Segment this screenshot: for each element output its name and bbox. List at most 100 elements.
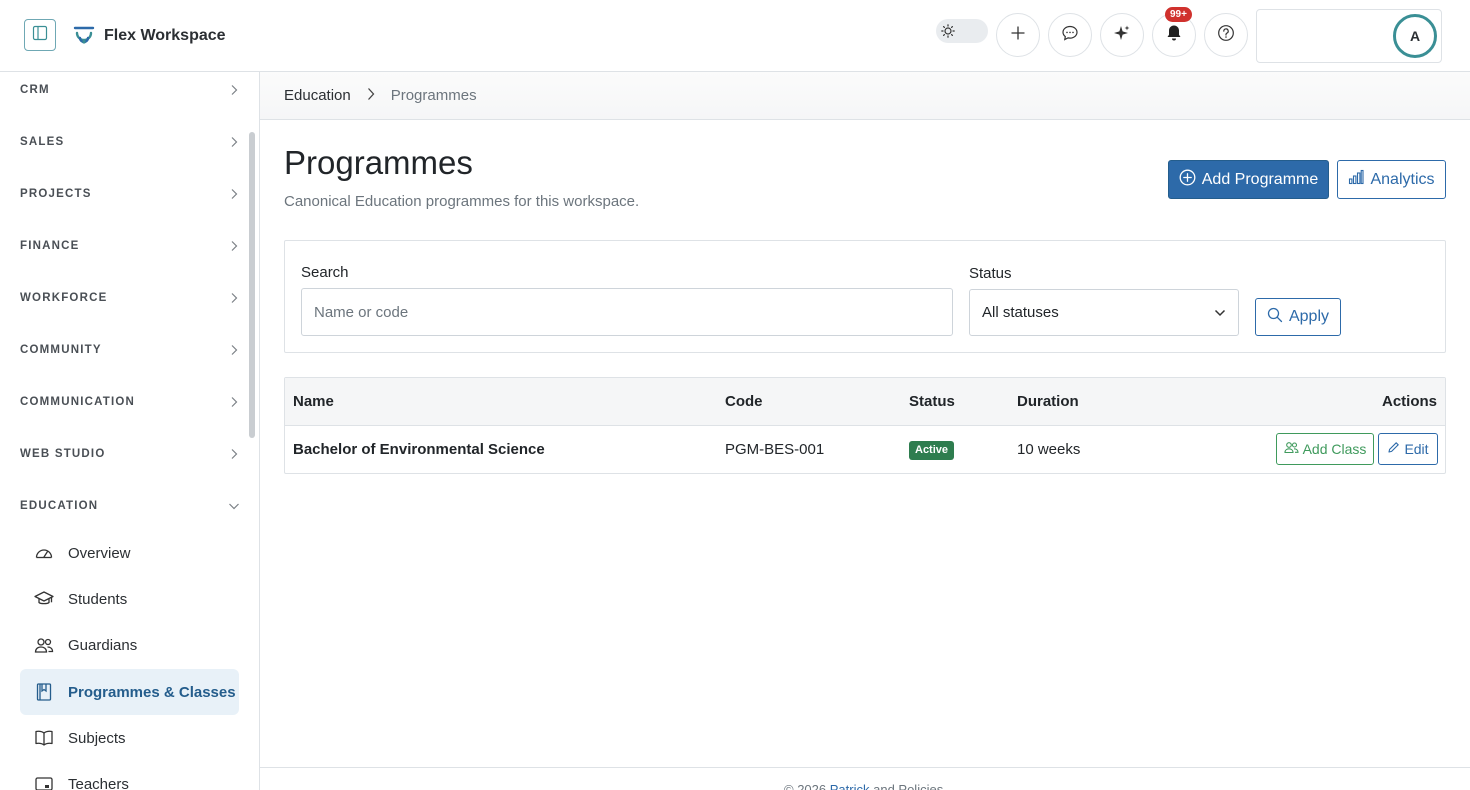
sidebar-section-label: FINANCE [20, 240, 80, 252]
sidebar-toggle-icon [32, 25, 48, 45]
column-header-name[interactable]: Name [293, 393, 334, 410]
footer-suffix: and Policies [873, 782, 944, 790]
search-label: Search [301, 264, 349, 281]
sidebar-section-label: SALES [20, 136, 65, 148]
add-programme-label: Add Programme [1201, 170, 1319, 188]
add-programme-button[interactable]: Add Programme [1168, 160, 1329, 199]
status-label: Status [969, 265, 1012, 282]
gauge-icon [34, 543, 54, 563]
graduation-cap-icon [34, 589, 54, 609]
chevron-down-icon [1214, 304, 1226, 321]
help-button[interactable] [1204, 13, 1248, 57]
sidebar-toggle-button[interactable] [24, 19, 56, 51]
sidebar-section-education[interactable]: EDUCATION [20, 496, 240, 516]
sidebar-section-label: EDUCATION [20, 500, 99, 512]
programme-code: PGM-BES-001 [725, 441, 825, 458]
analytics-button[interactable]: Analytics [1337, 160, 1446, 199]
analytics-label: Analytics [1370, 170, 1435, 188]
sidebar-item-subjects[interactable]: Subjects [20, 715, 239, 761]
sidebar-section-finance[interactable]: FINANCE [20, 236, 240, 256]
sparkle-icon [1113, 24, 1131, 46]
edit-button[interactable]: Edit [1378, 433, 1438, 465]
plus-icon [1011, 26, 1025, 44]
sidebar-section-label: CRM [20, 84, 50, 96]
sidebar-item-students[interactable]: Students [20, 576, 239, 622]
footer-text: © 2026 Patrick and Policies [784, 782, 943, 790]
chevron-right-icon [228, 240, 240, 252]
sun-icon [940, 23, 956, 39]
sidebar-section-label: PROJECTS [20, 188, 92, 200]
sidebar-section-projects[interactable]: PROJECTS [20, 184, 240, 204]
table-header: Name Code Status Duration Actions [285, 378, 1445, 426]
sidebar-section-sales[interactable]: SALES [20, 132, 240, 152]
add-class-button[interactable]: Add Class [1276, 433, 1374, 465]
open-book-icon [34, 728, 54, 748]
messages-button[interactable] [1048, 13, 1092, 57]
sidebar-section-label: WORKFORCE [20, 292, 108, 304]
sidebar-item-label: Teachers [68, 775, 129, 790]
brand[interactable]: Flex Workspace [72, 22, 226, 50]
sidebar-item-programmes-classes[interactable]: Programmes & Classes [20, 669, 239, 715]
apply-button[interactable]: Apply [1255, 298, 1341, 336]
pencil-icon [1387, 441, 1400, 457]
theme-toggle[interactable] [936, 19, 988, 43]
breadcrumb-current: Programmes [390, 87, 477, 104]
sidebar-section-community[interactable]: COMMUNITY [20, 340, 240, 360]
chevron-right-icon [228, 292, 240, 304]
page-title: Programmes [284, 144, 473, 181]
avatar[interactable]: A [1393, 14, 1437, 58]
create-button[interactable] [996, 13, 1040, 57]
sidebar-item-label: Programmes & Classes [68, 683, 236, 701]
sidebar-item-guardians[interactable]: Guardians [20, 622, 239, 668]
column-header-duration[interactable]: Duration [1017, 393, 1079, 410]
notification-badge: 99+ [1165, 7, 1192, 22]
add-class-label: Add Class [1302, 441, 1367, 457]
sidebar: CRM SALES PROJECTS FINANCE WORKFORCE COM… [0, 72, 260, 790]
sidebar-section-crm[interactable]: CRM [20, 80, 240, 100]
sidebar-scrollbar[interactable] [249, 132, 255, 438]
chevron-right-icon [228, 448, 240, 460]
sidebar-item-overview[interactable]: Overview [20, 530, 239, 576]
sidebar-section-communication[interactable]: COMMUNICATION [20, 392, 240, 412]
sidebar-item-label: Subjects [68, 729, 126, 747]
sidebar-section-workforce[interactable]: WORKFORCE [20, 288, 240, 308]
chat-icon [1061, 24, 1079, 46]
chevron-right-icon [228, 136, 240, 148]
column-header-status[interactable]: Status [909, 393, 955, 410]
status-select[interactable]: All statuses [969, 289, 1239, 336]
ai-assistant-button[interactable] [1100, 13, 1144, 57]
chevron-right-icon [228, 344, 240, 356]
chevron-right-icon [367, 87, 375, 105]
sidebar-item-label: Guardians [68, 636, 138, 654]
app-name: Flex Workspace [104, 27, 226, 44]
bookmark-book-icon [34, 682, 54, 702]
chevron-right-icon [228, 188, 240, 200]
top-header: Flex Workspace 99+ A [0, 0, 1470, 72]
programme-duration: 10 weeks [1017, 441, 1081, 458]
chevron-down-icon [228, 500, 240, 512]
sidebar-section-label: COMMUNITY [20, 344, 102, 356]
search-input[interactable]: Name or code [301, 288, 953, 336]
copyright-text: © 2026 [784, 782, 827, 790]
apply-label: Apply [1288, 308, 1330, 325]
help-icon [1217, 24, 1235, 46]
sidebar-item-teachers[interactable]: Teachers [20, 761, 239, 790]
footer-link[interactable]: Patrick [830, 782, 870, 790]
sidebar-section-label: COMMUNICATION [20, 396, 136, 408]
status-badge: Active [909, 441, 955, 460]
sidebar-section-web-studio[interactable]: WEB STUDIO [20, 444, 240, 464]
column-header-code[interactable]: Code [725, 393, 763, 410]
people-icon [34, 635, 54, 655]
programme-name[interactable]: Bachelor of Environmental Science [293, 441, 545, 458]
bell-icon [1166, 24, 1182, 46]
sidebar-item-label: Students [68, 590, 128, 608]
breadcrumb-link-education[interactable]: Education [284, 87, 351, 104]
teacher-icon [34, 774, 54, 790]
bar-chart-icon [1348, 169, 1365, 190]
people-icon [1284, 441, 1299, 457]
chevron-right-icon [228, 84, 240, 96]
user-menu[interactable]: A [1256, 9, 1442, 63]
status-select-value: All statuses [982, 304, 1059, 321]
plus-circle-icon [1179, 169, 1196, 191]
column-header-actions: Actions [1381, 393, 1437, 410]
